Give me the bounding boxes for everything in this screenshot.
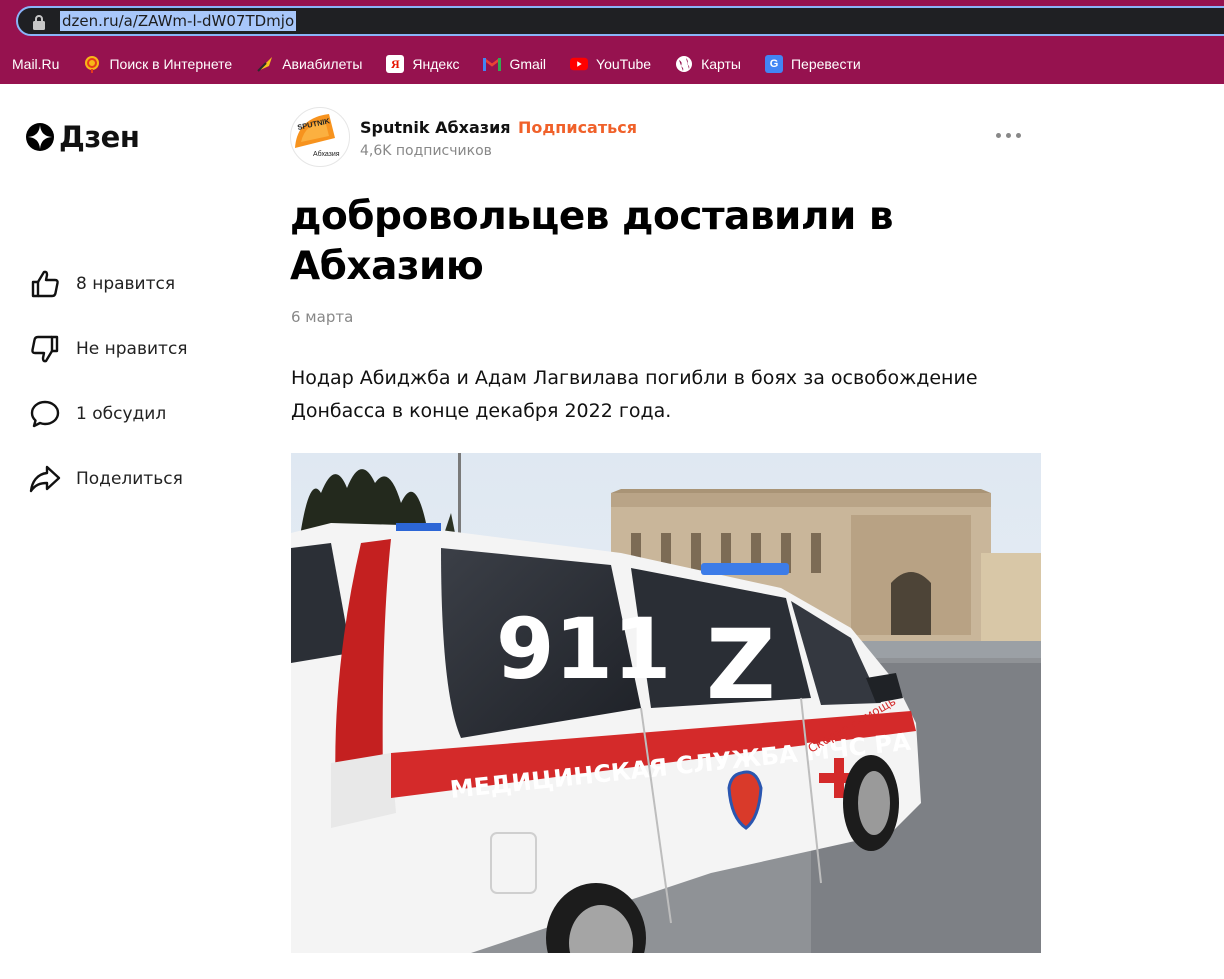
like-button[interactable]: 8 нравится bbox=[28, 262, 188, 306]
globe-icon bbox=[675, 55, 693, 73]
bookmark-youtube[interactable]: YouTube bbox=[560, 50, 661, 78]
translate-icon: G bbox=[764, 55, 783, 73]
gmail-icon bbox=[483, 55, 502, 73]
bookmark-translate[interactable]: G Перевести bbox=[755, 50, 871, 78]
share-label: Поделиться bbox=[76, 469, 183, 489]
article-actions: 8 нравится Не нравится 1 обсудил Поделит… bbox=[28, 262, 188, 522]
article-photo[interactable]: МЕДИЦИНСКАЯ СЛУЖБА МЧС РА 911 Z Скорая п… bbox=[291, 453, 1041, 953]
channel-avatar[interactable]: SPUTNIK Абхазия bbox=[290, 107, 350, 167]
browser-toolbar: dzen.ru/a/ZAWm-l-dW07TDmjo bbox=[0, 0, 1224, 44]
search-lollipop-icon bbox=[83, 55, 101, 73]
plane-icon bbox=[256, 55, 274, 73]
bookmark-aviatickets[interactable]: Авиабилеты bbox=[246, 50, 372, 78]
bookmark-label: Карты bbox=[701, 56, 741, 72]
bookmark-search[interactable]: Поиск в Интернете bbox=[73, 50, 242, 78]
article-lead: Нодар Абиджба и Адам Лагвилава погибли в… bbox=[291, 367, 978, 422]
share-button[interactable]: Поделиться bbox=[28, 457, 188, 501]
lock-icon bbox=[33, 15, 45, 30]
bookmark-label: YouTube bbox=[596, 56, 652, 72]
channel-header: SPUTNIK Абхазия Sputnik Абхазия · Подпис… bbox=[290, 107, 1050, 167]
vehicle-number-text: 911 bbox=[496, 600, 671, 698]
dislike-label: Не нравится bbox=[76, 339, 188, 359]
thumbs-up-icon bbox=[31, 270, 59, 298]
bookmark-mailru[interactable]: Mail.Ru bbox=[0, 50, 69, 78]
bookmark-yandex[interactable]: Я Яндекс bbox=[376, 50, 469, 78]
subscriber-count: 4,6K подписчиков bbox=[360, 143, 492, 159]
youtube-icon bbox=[570, 55, 589, 73]
bookmark-label: Авиабилеты bbox=[282, 56, 363, 72]
share-arrow-icon bbox=[29, 465, 61, 493]
bookmark-label: Поиск в Интернете bbox=[109, 56, 233, 72]
article-title: добровольцев доставили в Абхазию bbox=[290, 194, 894, 289]
dislike-button[interactable]: Не нравится bbox=[28, 327, 188, 371]
bookmark-maps[interactable]: Карты bbox=[665, 50, 751, 78]
channel-separator: · bbox=[504, 118, 510, 137]
comments-button[interactable]: 1 обсудил bbox=[28, 392, 188, 436]
logo-text: Дзен bbox=[59, 120, 140, 154]
url-text[interactable]: dzen.ru/a/ZAWm-l-dW07TDmjo bbox=[60, 11, 297, 31]
bookmark-gmail[interactable]: Gmail bbox=[473, 50, 556, 78]
comments-count: 1 обсудил bbox=[76, 404, 167, 424]
yandex-icon: Я bbox=[386, 55, 405, 73]
bookmark-label: Перевести bbox=[790, 56, 861, 72]
vehicle-z-text: Z bbox=[706, 609, 776, 721]
bookmark-label: Mail.Ru bbox=[12, 56, 60, 72]
thumbs-down-icon bbox=[31, 335, 59, 363]
dzen-logo[interactable]: Дзен bbox=[26, 120, 140, 154]
channel-name[interactable]: Sputnik Абхазия bbox=[360, 118, 511, 137]
avatar-region-text: Абхазия bbox=[313, 150, 340, 158]
address-bar[interactable]: dzen.ru/a/ZAWm-l-dW07TDmjo bbox=[16, 6, 1224, 36]
publish-date: 6 марта bbox=[291, 308, 354, 326]
bookmark-label: Gmail bbox=[509, 56, 547, 72]
comment-bubble-icon bbox=[30, 400, 60, 428]
subscribe-button[interactable]: Подписаться bbox=[518, 118, 637, 137]
like-count: 8 нравится bbox=[76, 274, 176, 294]
dzen-star-icon bbox=[26, 123, 54, 151]
more-options-icon[interactable] bbox=[996, 133, 1021, 138]
bookmark-label: Яндекс bbox=[412, 56, 460, 72]
bookmarks-bar: Mail.Ru Поиск в Интернете Авиабилеты Я Я… bbox=[0, 44, 1224, 84]
